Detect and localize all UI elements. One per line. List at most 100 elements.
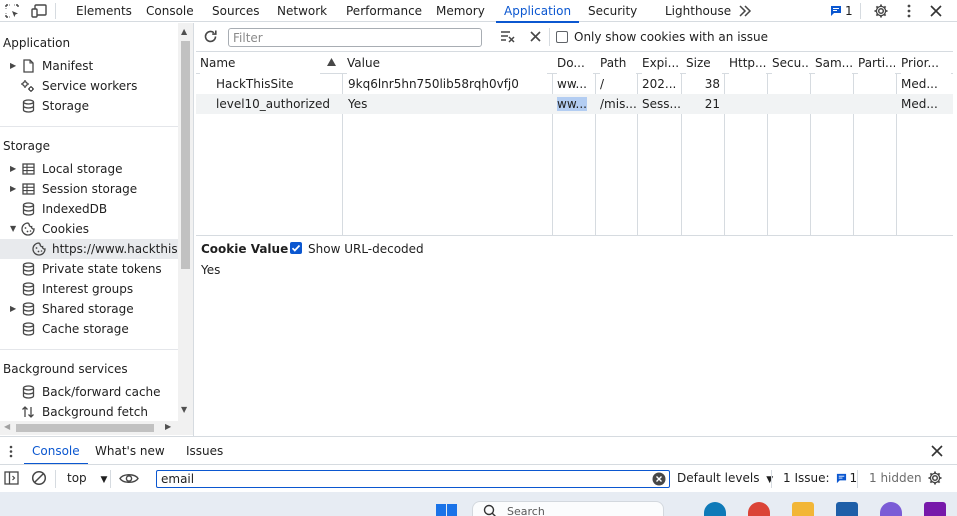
column-header-samesite[interactable]: Sam... xyxy=(815,52,852,74)
tab-network[interactable]: Network xyxy=(277,0,327,22)
cell-priority: Med... xyxy=(901,97,938,111)
show-url-decoded-checkbox[interactable] xyxy=(290,242,302,254)
cell-domain: ww... xyxy=(557,77,587,91)
tab-security[interactable]: Security xyxy=(588,0,637,22)
cell-partition-key xyxy=(858,94,895,114)
console-filter-input[interactable] xyxy=(156,470,670,488)
sidebar-toggle-icon[interactable] xyxy=(4,471,19,485)
double-chevron-right-icon[interactable] xyxy=(736,2,754,20)
sidebar-item-manifest[interactable]: ▶ Manifest xyxy=(10,56,93,76)
sidebar-item-label: https://www.hackthissit xyxy=(52,242,178,256)
triangle-right-icon[interactable]: ▶ xyxy=(10,299,20,319)
tab-application[interactable]: Application xyxy=(495,0,580,23)
column-header-expires[interactable]: Expi... xyxy=(642,52,680,74)
drawer-menu-icon[interactable] xyxy=(9,445,13,458)
cookie-icon xyxy=(20,222,36,236)
close-icon[interactable] xyxy=(927,2,945,20)
column-header-secure[interactable]: Secu... xyxy=(772,52,809,74)
cookie-filter-input[interactable] xyxy=(228,28,482,47)
delete-selected-icon[interactable] xyxy=(530,31,541,42)
sidebar-vertical-scrollbar[interactable]: ▲ ▼ xyxy=(178,23,193,421)
sidebar-item-background-fetch[interactable]: Background fetch xyxy=(20,402,148,421)
column-header-partition-key[interactable]: Parti... xyxy=(858,52,895,74)
triangle-right-icon[interactable]: ▶ xyxy=(10,56,20,76)
column-header-path[interactable]: Path xyxy=(600,52,636,74)
scroll-down-icon[interactable]: ▼ xyxy=(181,405,187,414)
taskbar-search-box[interactable]: Search xyxy=(472,501,664,516)
refresh-icon[interactable] xyxy=(203,29,218,44)
sidebar-item-storage-overview[interactable]: Storage xyxy=(20,96,89,116)
sort-ascending-icon[interactable] xyxy=(327,58,336,66)
sidebar-item-interest-groups[interactable]: Interest groups xyxy=(20,279,133,299)
onenote-icon[interactable] xyxy=(924,502,946,516)
store-icon[interactable] xyxy=(836,502,858,516)
file-explorer-icon[interactable] xyxy=(792,502,814,516)
live-expression-eye-icon[interactable] xyxy=(119,472,139,485)
tab-sources[interactable]: Sources xyxy=(212,0,259,22)
cell-expires: 202... xyxy=(642,77,677,91)
clear-console-icon[interactable] xyxy=(31,470,47,486)
tab-lighthouse[interactable]: Lighthouse xyxy=(665,0,731,22)
cell-value: 9kq6lnr5hn750lib58rqh0vfj0 xyxy=(348,77,519,91)
device-toolbar-icon[interactable] xyxy=(30,2,48,20)
sidebar-item-cache-storage[interactable]: Cache storage xyxy=(20,319,129,339)
sidebar-item-shared-storage[interactable]: ▶ Shared storage xyxy=(10,299,134,319)
scroll-up-icon[interactable]: ▲ xyxy=(181,27,187,36)
sidebar-item-back-forward-cache[interactable]: Back/forward cache xyxy=(20,382,161,402)
log-levels-label: Default levels xyxy=(677,471,760,485)
triangle-down-icon[interactable]: ▼ xyxy=(10,219,20,239)
sidebar-item-cookies[interactable]: ▼ Cookies xyxy=(10,219,89,239)
tab-memory[interactable]: Memory xyxy=(436,0,485,22)
console-issues-button[interactable]: 1 Issue: 1 xyxy=(783,471,857,485)
sidebar-item-private-state-tokens[interactable]: Private state tokens xyxy=(20,259,162,279)
sidebar-item-label: Cache storage xyxy=(42,322,129,336)
column-header-size[interactable]: Size xyxy=(686,52,722,74)
scroll-right-icon[interactable]: ▶ xyxy=(165,422,171,431)
windows-start-icon[interactable] xyxy=(436,504,458,516)
more-options-icon[interactable] xyxy=(900,2,918,20)
show-url-decoded-label: Show URL-decoded xyxy=(308,242,424,256)
sidebar-item-local-storage[interactable]: ▶ Local storage xyxy=(10,159,123,179)
gear-icon[interactable] xyxy=(872,2,890,20)
sidebar-item-label: Background fetch xyxy=(42,405,148,419)
context-selector[interactable]: top ▼ xyxy=(67,471,107,485)
column-header-priority[interactable]: Prior... xyxy=(901,52,951,74)
only-issues-checkbox[interactable] xyxy=(556,31,568,43)
drawer-tab-console[interactable]: Console xyxy=(24,437,88,465)
scrollbar-thumb[interactable] xyxy=(181,41,190,269)
tab-elements[interactable]: Elements xyxy=(76,0,132,22)
sidebar-item-indexeddb[interactable]: IndexedDB xyxy=(20,199,107,219)
triangle-right-icon[interactable]: ▶ xyxy=(10,159,20,179)
drawer-tab-issues[interactable]: Issues xyxy=(186,437,223,465)
log-levels-dropdown[interactable]: Default levels ▼ xyxy=(677,471,773,485)
sidebar-item-session-storage[interactable]: ▶ Session storage xyxy=(10,179,137,199)
toolbar-divider xyxy=(771,470,772,488)
clear-filter-icon[interactable] xyxy=(652,472,666,486)
chrome-browser-icon[interactable] xyxy=(748,502,770,516)
drawer-tab-whats-new[interactable]: What's new xyxy=(95,437,165,465)
sidebar-horizontal-scrollbar[interactable]: ◀ ▶ xyxy=(0,421,193,435)
sidebar-item-service-workers[interactable]: Service workers xyxy=(20,76,137,96)
scrollbar-thumb[interactable] xyxy=(16,424,154,432)
tab-performance[interactable]: Performance xyxy=(346,0,422,22)
table-row[interactable]: HackThisSite 9kq6lnr5hn750lib58rqh0vfj0 … xyxy=(196,74,953,94)
triangle-right-icon[interactable]: ▶ xyxy=(10,179,20,199)
table-row-selected[interactable]: level10_authorized Yes ww... /mis... Ses… xyxy=(196,94,953,114)
sidebar-item-cookie-origin[interactable]: https://www.hackthissit xyxy=(0,239,178,259)
search-icon xyxy=(483,504,497,516)
tab-console[interactable]: Console xyxy=(146,0,194,22)
issues-counter[interactable]: 1 xyxy=(830,0,853,22)
close-drawer-icon[interactable] xyxy=(931,445,943,457)
updown-arrows-icon xyxy=(20,405,36,419)
clear-filtered-cookies-icon[interactable] xyxy=(500,30,515,43)
scroll-left-icon[interactable]: ◀ xyxy=(4,422,10,431)
cookie-value-panel: Cookie Value Show URL-decoded Yes xyxy=(194,237,957,436)
console-settings-gear-icon[interactable] xyxy=(927,470,943,486)
column-header-domain[interactable]: Do... xyxy=(557,52,593,74)
column-header-name[interactable]: Name xyxy=(200,52,320,74)
edge-browser-icon[interactable] xyxy=(704,502,726,516)
inspect-element-icon[interactable] xyxy=(3,2,21,20)
copilot-icon[interactable] xyxy=(880,502,902,516)
column-header-httponly[interactable]: Http... xyxy=(729,52,766,74)
column-header-value[interactable]: Value xyxy=(347,52,547,74)
